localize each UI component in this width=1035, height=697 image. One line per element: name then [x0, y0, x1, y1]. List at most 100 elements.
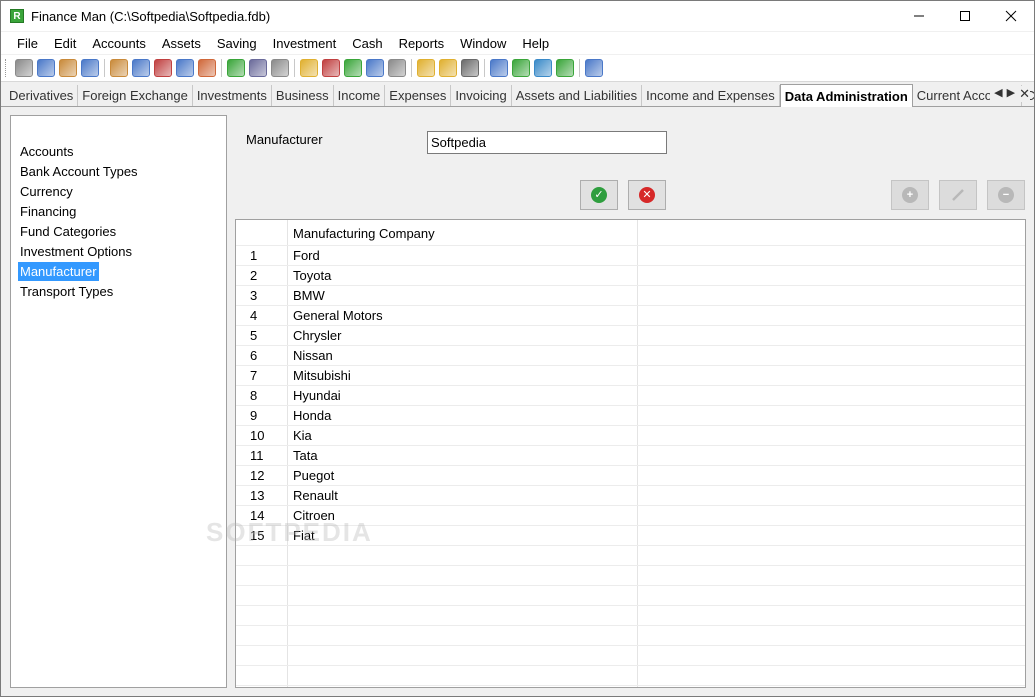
tab-close-icon[interactable]: ✕ [1019, 86, 1030, 102]
company-cell[interactable]: Toyota [293, 268, 331, 283]
menu-investment[interactable]: Investment [265, 36, 345, 51]
menu-window[interactable]: Window [452, 36, 514, 51]
home-icon[interactable] [110, 59, 128, 77]
company-cell[interactable]: Renault [293, 488, 338, 503]
cancel-button[interactable]: ✕ [628, 180, 666, 210]
money-icon[interactable] [227, 59, 245, 77]
bank-icon[interactable] [15, 59, 33, 77]
delete-button[interactable]: − [987, 180, 1025, 210]
menu-edit[interactable]: Edit [46, 36, 84, 51]
manufacturer-input[interactable] [427, 131, 667, 154]
close-button[interactable] [988, 1, 1034, 31]
world-icon[interactable] [556, 59, 574, 77]
table-row[interactable]: 6 Nissan [236, 346, 1025, 366]
confirm-button[interactable]: ✓ [580, 180, 618, 210]
table-row[interactable] [236, 626, 1025, 646]
person-icon[interactable] [37, 59, 55, 77]
user-icon[interactable] [198, 59, 216, 77]
company-cell[interactable]: BMW [293, 288, 325, 303]
tab-income-and-expenses[interactable]: Income and Expenses [642, 85, 780, 106]
bar-chart-icon[interactable] [490, 59, 508, 77]
list-item-fund-categories[interactable]: Fund Categories [18, 222, 118, 241]
new-doc-icon[interactable] [300, 59, 318, 77]
table-row[interactable] [236, 646, 1025, 666]
tab-derivatives[interactable]: Derivatives [5, 85, 79, 106]
table-row[interactable]: 5 Chrysler [236, 326, 1025, 346]
menu-saving[interactable]: Saving [209, 36, 265, 51]
table-row[interactable] [236, 546, 1025, 566]
menu-help[interactable]: Help [514, 36, 557, 51]
column-header-company[interactable]: Manufacturing Company [293, 226, 435, 241]
tab-investments[interactable]: Investments [193, 85, 272, 106]
table-row[interactable]: 4 General Motors [236, 306, 1025, 326]
company-cell[interactable]: Puegot [293, 468, 334, 483]
add-doc-icon[interactable] [512, 59, 530, 77]
table-row[interactable]: 12 Puegot [236, 466, 1025, 486]
menu-assets[interactable]: Assets [154, 36, 209, 51]
table-row[interactable]: 7 Mitsubishi [236, 366, 1025, 386]
add-button[interactable]: + [891, 180, 929, 210]
company-cell[interactable]: Tata [293, 448, 318, 463]
truck-icon[interactable] [154, 59, 172, 77]
table-row[interactable]: 13 Renault [236, 486, 1025, 506]
globe-search-icon[interactable] [534, 59, 552, 77]
list-item-manufacturer[interactable]: Manufacturer [18, 262, 99, 281]
company-cell[interactable]: Kia [293, 428, 312, 443]
tab-data-administration[interactable]: Data Administration [779, 84, 913, 107]
house-icon[interactable] [59, 59, 77, 77]
list-item-accounts[interactable]: Accounts [18, 142, 75, 161]
company-cell[interactable]: General Motors [293, 308, 383, 323]
table-row[interactable]: 11 Tata [236, 446, 1025, 466]
menu-accounts[interactable]: Accounts [84, 36, 153, 51]
list-item-transport-types[interactable]: Transport Types [18, 282, 115, 301]
fax-icon[interactable] [271, 59, 289, 77]
edit-button[interactable] [939, 180, 977, 210]
menu-cash[interactable]: Cash [344, 36, 390, 51]
list-item-financing[interactable]: Financing [18, 202, 78, 221]
scanner-icon[interactable] [366, 59, 384, 77]
table-row[interactable]: 9 Honda [236, 406, 1025, 426]
tab-invoicing[interactable]: Invoicing [451, 85, 512, 106]
tab-foreign-exchange[interactable]: Foreign Exchange [78, 85, 193, 106]
tab-expenses[interactable]: Expenses [385, 85, 452, 106]
list-item-bank-account-types[interactable]: Bank Account Types [18, 162, 140, 181]
globe-icon[interactable] [344, 59, 362, 77]
card-icon[interactable] [585, 59, 603, 77]
calculator-icon[interactable] [461, 59, 479, 77]
chart-pie-icon[interactable] [322, 59, 340, 77]
tab-prev-icon[interactable]: ◀ [994, 86, 1002, 102]
vehicle-icon[interactable] [132, 59, 150, 77]
minimize-button[interactable] [896, 1, 942, 31]
table-row[interactable]: 10 Kia [236, 426, 1025, 446]
tab-business[interactable]: Business [272, 85, 334, 106]
company-cell[interactable]: Ford [293, 248, 320, 263]
maximize-button[interactable] [942, 1, 988, 31]
table-row[interactable] [236, 666, 1025, 686]
menu-reports[interactable]: Reports [391, 36, 453, 51]
monitor-icon[interactable] [176, 59, 194, 77]
table-row[interactable]: 8 Hyundai [236, 386, 1025, 406]
list-item-investment-options[interactable]: Investment Options [18, 242, 134, 261]
toolbar-grip[interactable] [5, 59, 9, 77]
table-row[interactable]: 2 Toyota [236, 266, 1025, 286]
table-row[interactable] [236, 566, 1025, 586]
tab-assets-and-liabilities[interactable]: Assets and Liabilities [512, 85, 643, 106]
table-row[interactable]: 1 Ford [236, 246, 1025, 266]
list-item-currency[interactable]: Currency [18, 182, 75, 201]
company-cell[interactable]: Nissan [293, 348, 333, 363]
car-icon[interactable] [81, 59, 99, 77]
coins-icon[interactable] [417, 59, 435, 77]
company-cell[interactable]: Mitsubishi [293, 368, 351, 383]
tab-next-icon[interactable]: ▶ [1007, 86, 1015, 102]
company-cell[interactable]: Honda [293, 408, 331, 423]
printer-icon[interactable] [249, 59, 267, 77]
register-icon[interactable] [388, 59, 406, 77]
table-row[interactable]: 3 BMW [236, 286, 1025, 306]
table-row[interactable] [236, 586, 1025, 606]
company-cell[interactable]: Hyundai [293, 388, 341, 403]
company-cell[interactable]: Chrysler [293, 328, 341, 343]
tab-income[interactable]: Income [334, 85, 386, 106]
coins-stack-icon[interactable] [439, 59, 457, 77]
menu-file[interactable]: File [9, 36, 46, 51]
table-row[interactable] [236, 606, 1025, 626]
